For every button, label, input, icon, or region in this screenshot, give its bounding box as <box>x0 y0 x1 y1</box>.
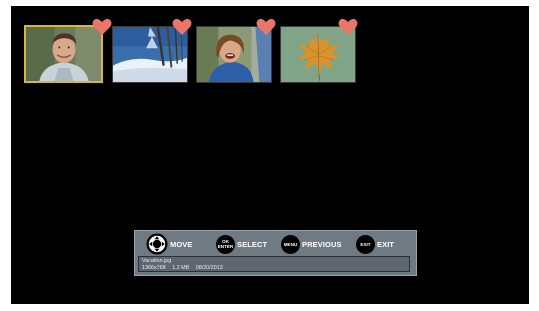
file-info-panel: Vacation.jpg 1366x768 1.2 MB 08/20/2013 <box>138 256 410 272</box>
move-control: MOVE <box>146 233 193 255</box>
favorite-heart-icon <box>172 18 192 35</box>
enter-button-text: ENTER <box>217 244 234 249</box>
file-name: Vacation.jpg <box>142 258 172 264</box>
file-resolution: 1366x768 <box>142 265 166 271</box>
favorite-heart-icon <box>256 18 276 35</box>
file-details: 1366x768 1.2 MB 08/20/2013 <box>142 265 228 271</box>
file-date: 08/20/2013 <box>195 265 223 271</box>
exit-label: EXIT <box>377 239 395 249</box>
file-size: 1.2 MB <box>172 265 190 271</box>
tv-screen: MOVE OK ENTER SELECT MENU PREVIOUS EXIT … <box>11 6 529 304</box>
menu-button-icon: MENU <box>281 234 300 254</box>
ok-enter-button-icon: OK ENTER <box>216 234 235 254</box>
select-control: OK ENTER SELECT <box>216 234 267 254</box>
favorite-heart-icon <box>338 18 358 35</box>
remote-control-help-bar: MOVE OK ENTER SELECT MENU PREVIOUS EXIT … <box>134 230 417 276</box>
menu-button-text: MENU <box>283 241 298 247</box>
exit-button-text: EXIT <box>360 241 371 247</box>
move-label: MOVE <box>170 239 193 249</box>
select-label: SELECT <box>237 239 268 249</box>
dpad-icon <box>146 233 168 255</box>
photo-man-image <box>26 27 101 81</box>
previous-label: PREVIOUS <box>302 239 342 249</box>
exit-control: EXIT EXIT <box>356 234 394 254</box>
exit-button-icon: EXIT <box>356 234 375 254</box>
favorite-heart-icon <box>92 18 112 35</box>
previous-control: MENU PREVIOUS <box>281 234 342 254</box>
